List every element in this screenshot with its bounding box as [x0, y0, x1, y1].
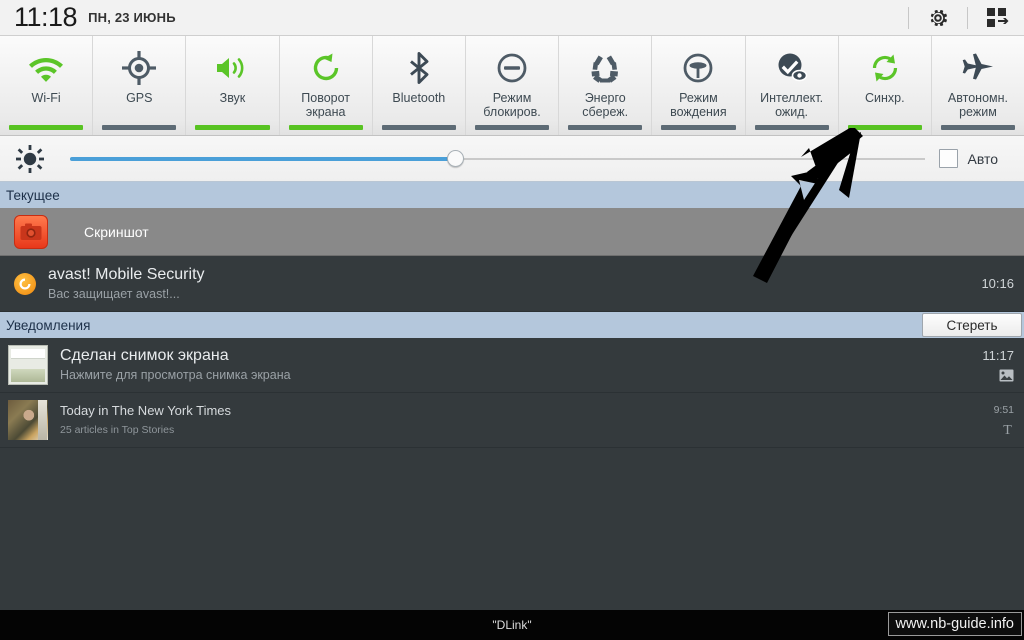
sync-icon	[869, 48, 901, 88]
toggle-state-indicator	[754, 125, 829, 130]
image-icon	[999, 368, 1014, 383]
toggle-label: Bluetooth	[392, 91, 446, 105]
ongoing-item-screenshot[interactable]: Скриншот	[0, 208, 1024, 256]
ongoing-section-header: Текущее	[0, 182, 1024, 208]
brightness-slider[interactable]	[70, 149, 926, 169]
toggle-state-indicator	[568, 125, 643, 130]
notification-meta: 10:16	[968, 276, 1014, 291]
brightness-row: Авто	[0, 136, 1024, 182]
rotate-icon	[310, 48, 342, 88]
notification-time: 11:17	[982, 347, 1014, 363]
toggle-state-indicator	[102, 125, 177, 130]
toggle-label: Автономн. режим	[947, 91, 1008, 119]
toggle-label: Режим вождения	[670, 91, 727, 119]
toggle-smart-stay[interactable]: Интеллект. ожид.	[746, 36, 839, 135]
status-date: пн, 23 июнь	[88, 10, 176, 25]
toggle-sync[interactable]: Синхр.	[839, 36, 932, 135]
network-name: "DLink"	[492, 618, 532, 632]
smart-stay-icon	[775, 48, 809, 88]
toggle-state-indicator	[9, 125, 84, 130]
avast-icon	[14, 272, 36, 295]
toggle-bluetooth[interactable]: Bluetooth	[373, 36, 466, 135]
auto-brightness-toggle[interactable]: Авто	[939, 149, 998, 168]
notification-panel: 11:18 пн, 23 июнь	[0, 0, 1024, 640]
bottom-bar: "DLink" www.nb-guide.info	[0, 610, 1024, 640]
toggle-gps[interactable]: GPS	[93, 36, 187, 135]
slider-thumb[interactable]	[446, 150, 464, 167]
notification-screenshot-taken[interactable]: Сделан снимок экрана Нажмите для просмот…	[0, 338, 1024, 393]
wifi-icon	[27, 48, 65, 88]
status-clock: 11:18	[14, 2, 78, 32]
toggle-state-indicator	[847, 125, 922, 130]
toggle-driving-mode[interactable]: Режим вождения	[652, 36, 746, 135]
notification-subtitle: 25 articles in Top Stories	[60, 424, 175, 436]
camera-icon	[14, 214, 48, 249]
toggle-state-indicator	[940, 125, 1016, 130]
toggle-label: Звук	[219, 91, 246, 105]
toggle-label: Энерго сбереж.	[582, 91, 629, 119]
toggle-label: Интеллект. ожид.	[760, 91, 824, 119]
sound-icon	[213, 48, 251, 88]
toggle-state-indicator	[288, 125, 363, 130]
notification-title: Сделан снимок экрана	[60, 347, 229, 364]
status-bar: 11:18 пн, 23 июнь	[0, 0, 1024, 36]
multiwindow-icon[interactable]	[982, 3, 1012, 33]
notification-time: 10:16	[981, 276, 1014, 291]
toggle-label: GPS	[126, 91, 153, 105]
notification-title: avast! Mobile Security	[48, 265, 205, 283]
toggle-label: Поворот экрана	[301, 91, 351, 119]
toggle-state-indicator	[661, 125, 736, 130]
toggle-wifi[interactable]: Wi-Fi	[0, 36, 94, 135]
blocking-mode-icon	[496, 48, 528, 88]
toggle-sound[interactable]: Звук	[186, 36, 280, 135]
site-watermark: www.nb-guide.info	[887, 612, 1022, 636]
toggle-power-saving[interactable]: Энерго сбереж.	[559, 36, 653, 135]
toggle-label: Wi-Fi	[31, 91, 61, 105]
notification-meta: 11:17	[968, 348, 1014, 383]
svg-text:T: T	[1003, 423, 1012, 436]
ongoing-item-label: Скриншот	[84, 223, 149, 240]
notifications-section-title: Уведомления	[6, 317, 91, 333]
notification-body: Today in The New York Times 25 articles …	[60, 401, 968, 439]
brightness-icon	[14, 144, 46, 173]
power-saving-icon	[589, 48, 621, 88]
notification-time: 9:51	[993, 404, 1014, 416]
toggle-screen-rotation[interactable]: Поворот экрана	[280, 36, 373, 135]
notification-title: Today in The New York Times	[60, 403, 232, 418]
status-divider-2	[967, 6, 968, 29]
notification-subtitle: Вас защищает avast!...	[48, 286, 180, 301]
toggle-airplane-mode[interactable]: Автономн. режим	[932, 36, 1024, 135]
toggle-state-indicator	[474, 125, 550, 130]
ongoing-section-title: Текущее	[6, 187, 60, 203]
auto-brightness-label: Авто	[967, 150, 998, 167]
nyt-thumbnail	[8, 400, 48, 440]
gps-icon	[122, 48, 157, 88]
status-bar-actions	[894, 0, 1024, 35]
quick-settings-row: Wi-Fi GPS Звук Поворот экрана Bluetooth …	[0, 36, 1024, 136]
panel-empty-area	[0, 465, 1024, 610]
toggle-label: Режим блокиров.	[483, 91, 541, 119]
toggle-blocking-mode[interactable]: Режим блокиров.	[466, 36, 560, 135]
toggle-label: Синхр.	[864, 91, 905, 105]
status-divider-1	[908, 6, 909, 29]
notification-subtitle: Нажмите для просмотра снимка экрана	[60, 368, 291, 382]
screenshot-thumbnail	[8, 345, 48, 385]
notification-nyt[interactable]: Today in The New York Times 25 articles …	[0, 393, 1024, 448]
bluetooth-icon	[406, 48, 432, 88]
airplane-icon	[961, 48, 995, 88]
notifications-section-header: Уведомления Стереть	[0, 312, 1024, 338]
toggle-state-indicator	[381, 125, 456, 130]
notification-avast[interactable]: avast! Mobile Security Вас защищает avas…	[0, 256, 1024, 312]
notification-body: avast! Mobile Security Вас защищает avas…	[48, 265, 968, 303]
clear-notifications-button[interactable]: Стереть	[922, 313, 1022, 337]
toggle-state-indicator	[195, 125, 270, 130]
slider-fill	[70, 156, 455, 161]
nyt-logo-icon: T	[1001, 421, 1014, 436]
auto-brightness-checkbox[interactable]	[939, 149, 959, 168]
driving-mode-icon	[682, 48, 714, 88]
notification-meta: 9:51 T	[968, 404, 1014, 436]
notification-body: Сделан снимок экрана Нажмите для просмот…	[60, 346, 968, 384]
gear-icon[interactable]	[923, 3, 953, 33]
